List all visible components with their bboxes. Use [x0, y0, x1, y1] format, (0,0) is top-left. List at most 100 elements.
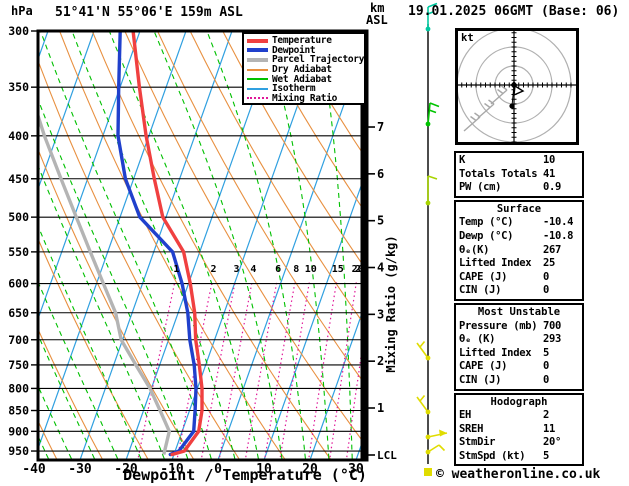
legend-label: Mixing Ratio	[272, 93, 337, 104]
pressure-tick-label: 750	[8, 358, 29, 372]
wind-barb	[426, 430, 447, 440]
km-axis-unit-asl: ASL	[366, 13, 388, 27]
pressure-tick-label: 950	[8, 444, 29, 458]
mixing-ratio-value-label: 15	[332, 264, 344, 275]
pressure-tick-label: 850	[8, 404, 29, 418]
metric-label: Dewp (°C)	[459, 230, 543, 244]
metric-row: CIN (J)0	[459, 284, 579, 298]
pressure-tick-label: 300	[8, 24, 29, 38]
legend-swatch	[247, 97, 268, 99]
mixing-ratio-value-label: 6	[275, 264, 281, 275]
wind-barb	[426, 176, 437, 205]
legend-swatch	[247, 69, 268, 71]
station-title: 51°41'N 55°06'E 159m ASL	[55, 5, 243, 20]
metric-label: CIN (J)	[459, 374, 543, 388]
legend-swatch	[247, 48, 268, 52]
pressure-tick-label: 550	[8, 245, 29, 259]
chart-legend: TemperatureDewpointParcel TrajectoryDry …	[242, 32, 366, 105]
metric-label: CAPE (J)	[459, 271, 543, 285]
skewt-page: hPa 51°41'N 55°06'E 159m ASL 19.01.2025 …	[0, 0, 629, 486]
metric-label: Temp (°C)	[459, 216, 543, 230]
metric-value: 20°	[543, 436, 579, 450]
metric-row: Temp (°C)-10.4	[459, 216, 579, 230]
pressure-tick-label: 500	[8, 210, 29, 224]
pressure-tick-label: 700	[8, 333, 29, 347]
metric-value: 293	[543, 333, 579, 347]
mixing-ratio-value-label: 10	[305, 264, 317, 275]
table-hodograph: HodographEH2SREH11StmDir20°StmSpd (kt)5	[454, 393, 584, 467]
metric-value: 267	[543, 244, 579, 258]
metric-row: EH2	[459, 409, 579, 423]
metric-row: StmSpd (kt)5	[459, 450, 579, 464]
pressure-unit-label: hPa	[11, 4, 33, 18]
metric-label: Lifted Index	[459, 347, 543, 361]
metric-label: θₑ (K)	[459, 333, 543, 347]
metric-row: PW (cm)0.9	[459, 181, 579, 195]
metric-value: 11	[543, 423, 579, 437]
metric-label: SREH	[459, 423, 543, 437]
metric-value: 0	[543, 374, 579, 388]
metric-row: SREH11	[459, 423, 579, 437]
metric-label: Totals Totals	[459, 168, 543, 182]
legend-item-mixing-ratio: Mixing Ratio	[247, 94, 364, 104]
table-most-unstable: Most UnstablePressure (mb)700θₑ (K)293Li…	[454, 303, 584, 391]
metric-value: 0	[543, 360, 579, 374]
metric-value: 0.9	[543, 181, 579, 195]
metric-row: θₑ(K)267	[459, 244, 579, 258]
metric-value: -10.4	[543, 216, 579, 230]
datetime-label: 19.01.2025 06GMT (Base: 06)	[408, 4, 619, 19]
temp-tick-label: -30	[68, 462, 92, 477]
metric-label: EH	[459, 409, 543, 423]
table-surface: SurfaceTemp (°C)-10.4Dewp (°C)-10.8θₑ(K)…	[454, 200, 584, 301]
metric-value: 2	[543, 409, 579, 423]
pressure-tick-label: 400	[8, 129, 29, 143]
km-tick-label: 6	[377, 167, 384, 181]
metric-row: CIN (J)0	[459, 374, 579, 388]
x-axis-title: Dewpoint / Temperature (°C)	[90, 466, 400, 484]
table-indices: K10Totals Totals41PW (cm)0.9	[454, 151, 584, 198]
mixing-ratio-value-label: 3	[234, 264, 240, 275]
metric-value: 41	[543, 168, 579, 182]
metric-row: Totals Totals41	[459, 168, 579, 182]
table-header: Hodograph	[459, 396, 579, 410]
metric-label: StmSpd (kt)	[459, 450, 543, 464]
metric-label: θₑ(K)	[459, 244, 543, 258]
metric-value: 5	[543, 450, 579, 464]
metric-value: 5	[543, 347, 579, 361]
mixing-ratio-value-label: 4	[250, 264, 256, 275]
metric-row: Dewp (°C)-10.8	[459, 230, 579, 244]
metric-label: K	[459, 154, 543, 168]
metric-row: CAPE (J)0	[459, 271, 579, 285]
metric-value: 0	[543, 284, 579, 298]
table-header: Most Unstable	[459, 306, 579, 320]
metric-label: PW (cm)	[459, 181, 543, 195]
lcl-label: LCL	[377, 449, 397, 462]
metric-value: 0	[543, 271, 579, 285]
mixing-ratio-value-label: 2	[211, 264, 217, 275]
legend-swatch	[247, 88, 268, 90]
copyright-credit: © weatheronline.co.uk	[436, 467, 600, 482]
mixing-ratio-axis-label: Mixing Ratio (g/kg)	[384, 209, 398, 399]
pressure-tick-label: 450	[8, 172, 29, 186]
metric-row: Lifted Index25	[459, 257, 579, 271]
pressure-tick-label: 650	[8, 306, 29, 320]
metric-label: Pressure (mb)	[459, 320, 543, 334]
metric-label: StmDir	[459, 436, 543, 450]
metric-value: 25	[543, 257, 579, 271]
legend-swatch	[247, 39, 268, 43]
pressure-tick-label: 800	[8, 381, 29, 395]
metric-label: Lifted Index	[459, 257, 543, 271]
km-tick-label: 1	[377, 401, 384, 415]
stability-tables: K10Totals Totals41PW (cm)0.9SurfaceTemp …	[454, 151, 584, 468]
pressure-tick-label: 600	[8, 277, 29, 291]
mixing-ratio-value-label: 8	[293, 264, 299, 275]
pressure-tick-label: 350	[8, 80, 29, 94]
km-tick-label: 7	[377, 120, 384, 134]
metric-label: CAPE (J)	[459, 360, 543, 374]
table-header: Surface	[459, 203, 579, 217]
metric-row: StmDir20°	[459, 436, 579, 450]
metric-value: -10.8	[543, 230, 579, 244]
wind-barb	[425, 469, 432, 476]
temp-tick-label: -40	[22, 462, 46, 477]
metric-row: Lifted Index5	[459, 347, 579, 361]
